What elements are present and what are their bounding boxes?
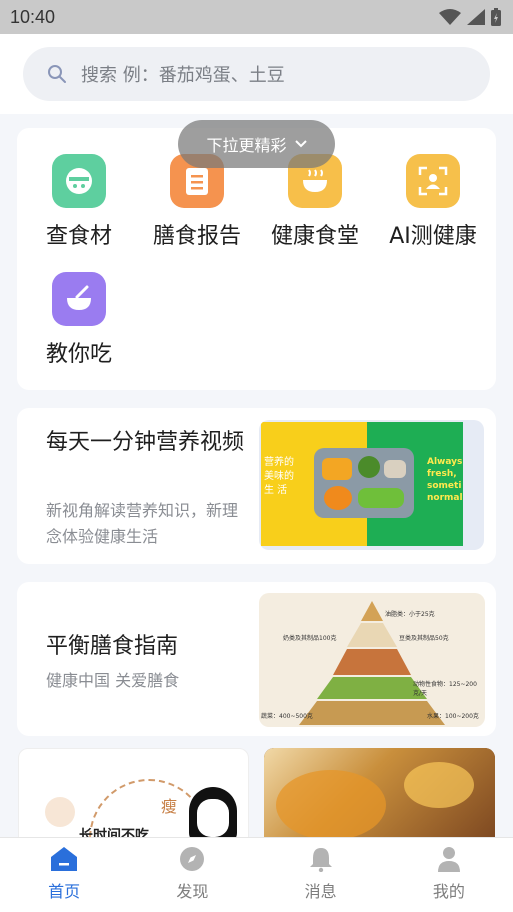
- article-title: 平衡膳食指南: [46, 634, 179, 659]
- tab-label: 消息: [304, 882, 337, 901]
- tab-label: 我的: [432, 882, 465, 901]
- article-thumbnail: 营养的 美味的 生 活 Always fresh, someti normal: [259, 420, 484, 550]
- status-bar: 10:40: [0, 0, 513, 34]
- tea-cup: [276, 770, 386, 840]
- signal-icon: [467, 9, 485, 25]
- tab-home[interactable]: 首页: [0, 838, 128, 912]
- thumb-caption: 营养的 美味的 生 活: [264, 457, 294, 496]
- article-title: 每天一分钟营养视频: [46, 430, 245, 455]
- tea-cup-small: [404, 762, 474, 808]
- ingredient-icon: [52, 154, 106, 208]
- grid-item-diet-report[interactable]: 膳食报告: [137, 154, 257, 250]
- ai-scan-icon: [406, 154, 460, 208]
- article-desc: 新视角解读营养知识，新理念体验健康生活: [46, 501, 239, 546]
- search-input[interactable]: 搜索 例：番茄鸡蛋、土豆: [23, 47, 490, 101]
- pull-refresh-hint: 下拉更精彩: [178, 120, 335, 168]
- pyramid-label: 豆类及其制品50克: [399, 635, 449, 642]
- pyramid-label: 水果：100~200克: [427, 713, 479, 720]
- cartoon-face: [197, 799, 229, 837]
- bell-icon: [309, 848, 332, 872]
- decor-circle: [45, 797, 75, 827]
- pull-hint-label: 下拉更精彩: [206, 136, 287, 155]
- tab-label: 首页: [48, 882, 81, 901]
- status-icons: [439, 8, 501, 26]
- pyramid-graphic: [299, 601, 445, 725]
- food-pyramid-image: 油脂类：小于25克 奶类及其制品100克 豆类及其制品50克 动物性食物：125…: [259, 593, 485, 727]
- home-icon: [51, 847, 78, 871]
- article-card-nutrition-video[interactable]: 每天一分钟营养视频 新视角解读营养知识，新理念体验健康生活 营养的 美味的 生 …: [17, 408, 496, 564]
- bottom-card-tea[interactable]: [264, 748, 495, 848]
- tab-discover[interactable]: 发现: [128, 838, 256, 912]
- cartoon-char: 瘦: [161, 797, 178, 816]
- article-card-diet-guide[interactable]: 平衡膳食指南 健康中国 关爱膳食 油脂类：小于25克 奶类及其制品100克 豆类…: [17, 582, 496, 736]
- article-desc: 健康中国 关爱膳食: [46, 671, 180, 690]
- grid-label: 健康食堂: [270, 224, 359, 249]
- search-icon: [48, 65, 66, 83]
- battery-icon: [491, 8, 501, 26]
- pyramid-label: 油脂类：小于25克: [385, 611, 435, 618]
- tab-messages[interactable]: 消息: [257, 838, 385, 912]
- food-tray-image: [314, 448, 414, 518]
- grid-label: AI测健康: [389, 224, 477, 249]
- status-time: 10:40: [10, 6, 56, 27]
- pyramid-label: 蔬菜：400~500克: [261, 713, 313, 720]
- pyramid-label: 动物性食物：125~200克/天: [413, 681, 477, 697]
- search-placeholder: 搜索 例：番茄鸡蛋、土豆: [81, 65, 285, 86]
- bottom-card-cartoon[interactable]: 长时间不吃 瘦: [18, 748, 249, 848]
- grid-item-healthy-canteen[interactable]: 健康食堂: [255, 154, 375, 250]
- tab-label: 发现: [176, 882, 209, 901]
- thumb-caption-right: Always fresh, someti normal: [427, 457, 463, 503]
- grid-item-teach-eat[interactable]: 教你吃: [19, 272, 139, 368]
- grid-label: 查食材: [45, 224, 112, 249]
- grid-label: 教你吃: [45, 342, 112, 367]
- wifi-icon: [439, 9, 461, 25]
- bowl-icon: [52, 272, 106, 326]
- chevron-down-icon: [294, 140, 307, 148]
- grid-label: 膳食报告: [152, 224, 241, 249]
- bottom-tab-bar: 首页 发现 消息 我的: [0, 837, 513, 912]
- user-icon: [437, 847, 460, 872]
- header: 搜索 例：番茄鸡蛋、土豆: [0, 34, 513, 114]
- tab-profile[interactable]: 我的: [385, 838, 513, 912]
- compass-icon: [180, 847, 205, 871]
- pyramid-label: 奶类及其制品100克: [283, 635, 337, 642]
- grid-item-ai-health[interactable]: AI测健康: [373, 154, 493, 250]
- grid-item-ingredients[interactable]: 查食材: [19, 154, 139, 250]
